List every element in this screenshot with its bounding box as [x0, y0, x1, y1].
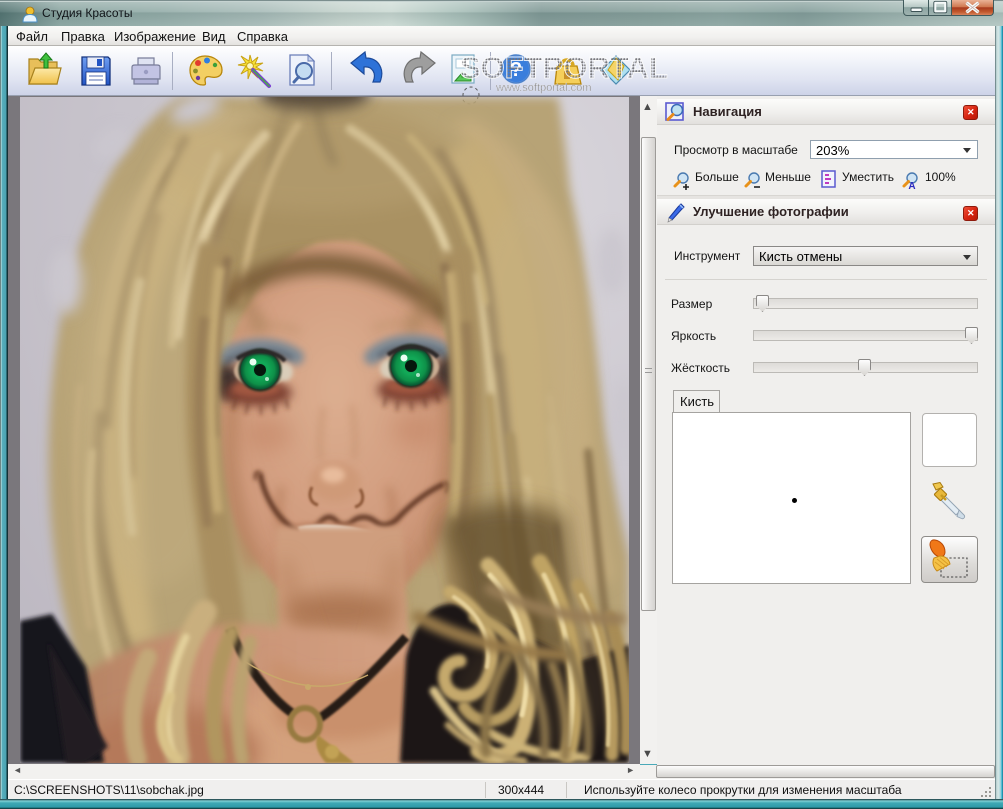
svg-text:SOFTPORTAL: SOFTPORTAL: [460, 50, 668, 85]
svg-text:www.softportal.com: www.softportal.com: [495, 82, 591, 94]
svg-text:A: A: [908, 181, 915, 192]
